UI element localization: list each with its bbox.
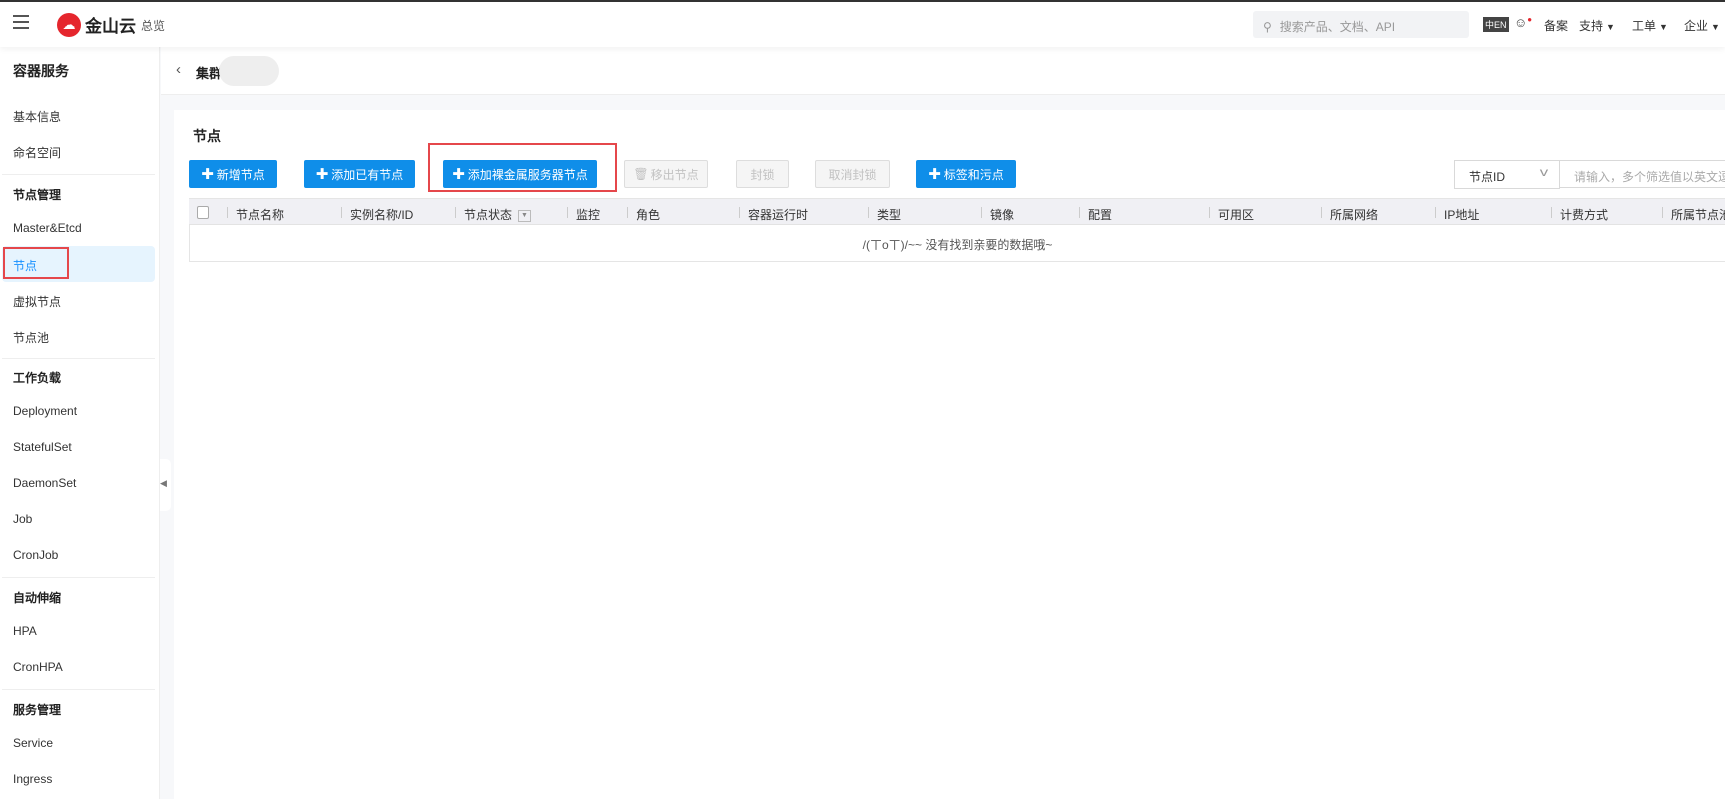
support-menu[interactable]: 支持 ▼ (1579, 17, 1615, 34)
search-placeholder: 搜索产品、文档、API (1279, 20, 1396, 34)
column-header: 配置 (1078, 207, 1113, 222)
column-header: 所属网络 (1320, 207, 1379, 222)
column-header: 节点名称 (226, 207, 285, 222)
button-label: 新增节点 (216, 167, 265, 182)
overview-link[interactable]: 总览 (141, 17, 165, 34)
plus-icon: ✚ (452, 166, 465, 183)
column-header: 容器运行时 (738, 207, 809, 222)
cordon-button[interactable]: 封锁 (736, 160, 789, 188)
sidebar-item-daemonset[interactable]: DaemonSet (2, 465, 155, 501)
ticket-menu[interactable]: 工单 ▼ (1632, 17, 1668, 34)
message-icon[interactable]: ☺● (1514, 15, 1532, 30)
filter-field-select[interactable]: 节点ID v (1454, 160, 1560, 189)
support-label: 支持 (1579, 19, 1604, 33)
trash-icon: 🗑 (633, 167, 649, 181)
sidebar-group-node-management: 节点管理 (13, 188, 62, 202)
button-label: 封锁 (750, 167, 775, 182)
cloud-logo-icon: ☁ (57, 12, 81, 37)
filter-dropdown-icon[interactable]: ▼ (518, 209, 532, 222)
chevron-down-icon: v (1539, 165, 1549, 179)
button-label: 取消封锁 (828, 167, 877, 182)
global-search-input[interactable]: ⚲ 搜索产品、文档、API (1253, 11, 1469, 38)
column-header: IP地址 (1434, 207, 1480, 222)
sidebar-group-service-management: 服务管理 (13, 703, 62, 717)
sidebar-item-cronjob[interactable]: CronJob (2, 537, 155, 573)
hamburger-menu-icon[interactable] (13, 15, 29, 29)
plus-icon: ✚ (315, 166, 329, 183)
sidebar-item-job[interactable]: Job (2, 501, 155, 537)
labels-taints-button[interactable]: ✚ 标签和污点 (916, 160, 1016, 188)
enterprise-menu[interactable]: 企业 ▼ (1684, 17, 1720, 34)
column-header: 所属节点池 (1661, 206, 1725, 223)
sidebar-item-ingress[interactable]: Ingress (2, 761, 155, 797)
column-header: 角色 (626, 207, 661, 222)
add-bare-metal-node-button[interactable]: ✚ 添加裸金属服务器节点 (443, 160, 597, 188)
column-header: 计费方式 (1550, 207, 1609, 222)
button-label: 添加已有节点 (331, 167, 404, 182)
nodes-panel: 节点 ✚ 新增节点 ✚ 添加已有节点 ✚ 添加裸金属服务器节点 🗑 移出节点 封锁 取消… (174, 110, 1725, 799)
column-label: 节点状态 (464, 208, 513, 222)
sidebar-item-cronhpa[interactable]: CronHPA (2, 649, 155, 685)
language-switch-icon[interactable]: 中EN (1483, 17, 1509, 32)
sidebar-item-nodes[interactable]: 节点 (2, 246, 155, 282)
enterprise-label: 企业 (1684, 19, 1709, 33)
caret-down-icon: ▼ (1711, 22, 1720, 32)
back-arrow-icon[interactable]: ‹ (176, 61, 181, 78)
add-existing-node-button[interactable]: ✚ 添加已有节点 (304, 160, 415, 188)
sidebar-title: 容器服务 (13, 63, 69, 79)
breadcrumb: ‹ 集群 (161, 47, 1725, 95)
button-label: 移出节点 (650, 167, 699, 182)
column-header: 可用区 (1208, 207, 1255, 222)
select-value: 节点ID (1469, 170, 1506, 184)
column-header-status[interactable]: 节点状态 ▼ (454, 206, 532, 223)
button-label: 添加裸金属服务器节点 (467, 167, 588, 182)
column-header: 实例名称/ID (340, 207, 414, 222)
column-header: 监控 (566, 207, 601, 222)
brand-logo[interactable]: ☁ 金山云 (57, 12, 136, 37)
sidebar: 容器服务 基本信息 命名空间 节点管理 Master&Etcd 节点 虚拟节点 … (0, 47, 160, 799)
sidebar-item-master-etcd[interactable]: Master&Etcd (2, 210, 155, 246)
sidebar-item-virtual-nodes[interactable]: 虚拟节点 (2, 282, 155, 318)
sidebar-item-deployment[interactable]: Deployment (2, 393, 155, 429)
filter-input[interactable]: 请输入，多个筛选值以英文逗号 (1560, 160, 1725, 188)
sidebar-item-node-pool[interactable]: 节点池 (2, 318, 155, 354)
remove-node-button[interactable]: 🗑 移出节点 (624, 160, 708, 188)
empty-state-message: /(ㄒoㄒ)/~~ 没有找到亲要的数据哦~ (189, 225, 1725, 262)
sidebar-item-service[interactable]: Service (2, 725, 155, 761)
beian-link[interactable]: 备案 (1544, 17, 1568, 34)
column-header: 类型 (867, 207, 902, 222)
search-icon: ⚲ (1263, 20, 1272, 34)
caret-down-icon: ▼ (1606, 22, 1615, 32)
uncordon-button[interactable]: 取消封锁 (815, 160, 890, 188)
sidebar-item-hpa[interactable]: HPA (2, 613, 155, 649)
top-header: ☁ 金山云 总览 ⚲ 搜索产品、文档、API 中EN ☺● 备案 支持 ▼ 工单 ▼ 企… (0, 2, 1725, 47)
redacted-cluster-name (219, 56, 279, 86)
column-header: 镜像 (980, 207, 1015, 222)
select-all-checkbox[interactable] (197, 206, 209, 219)
plus-icon: ✚ (928, 166, 941, 183)
sidebar-item-namespace[interactable]: 命名空间 (2, 133, 155, 169)
caret-left-icon: ◀ (160, 478, 167, 488)
highlight-box (3, 247, 69, 279)
add-node-button[interactable]: ✚ 新增节点 (189, 160, 277, 188)
sidebar-collapse-button[interactable]: ◀ (160, 459, 171, 511)
page-title: 节点 (193, 128, 221, 144)
table-header: 节点名称 实例名称/ID 节点状态 ▼ 监控 角色 容器运行时 类型 镜像 配置 … (189, 198, 1725, 225)
plus-icon: ✚ (201, 166, 214, 183)
sidebar-group-workloads: 工作负载 (13, 371, 62, 385)
caret-down-icon: ▼ (1659, 22, 1668, 32)
brand-name: 金山云 (85, 17, 136, 36)
sidebar-item-basic-info[interactable]: 基本信息 (2, 97, 155, 133)
sidebar-item-statefulset[interactable]: StatefulSet (2, 429, 155, 465)
sidebar-group-autoscaling: 自动伸缩 (13, 591, 62, 605)
ticket-label: 工单 (1632, 19, 1657, 33)
button-label: 标签和污点 (943, 167, 1004, 182)
